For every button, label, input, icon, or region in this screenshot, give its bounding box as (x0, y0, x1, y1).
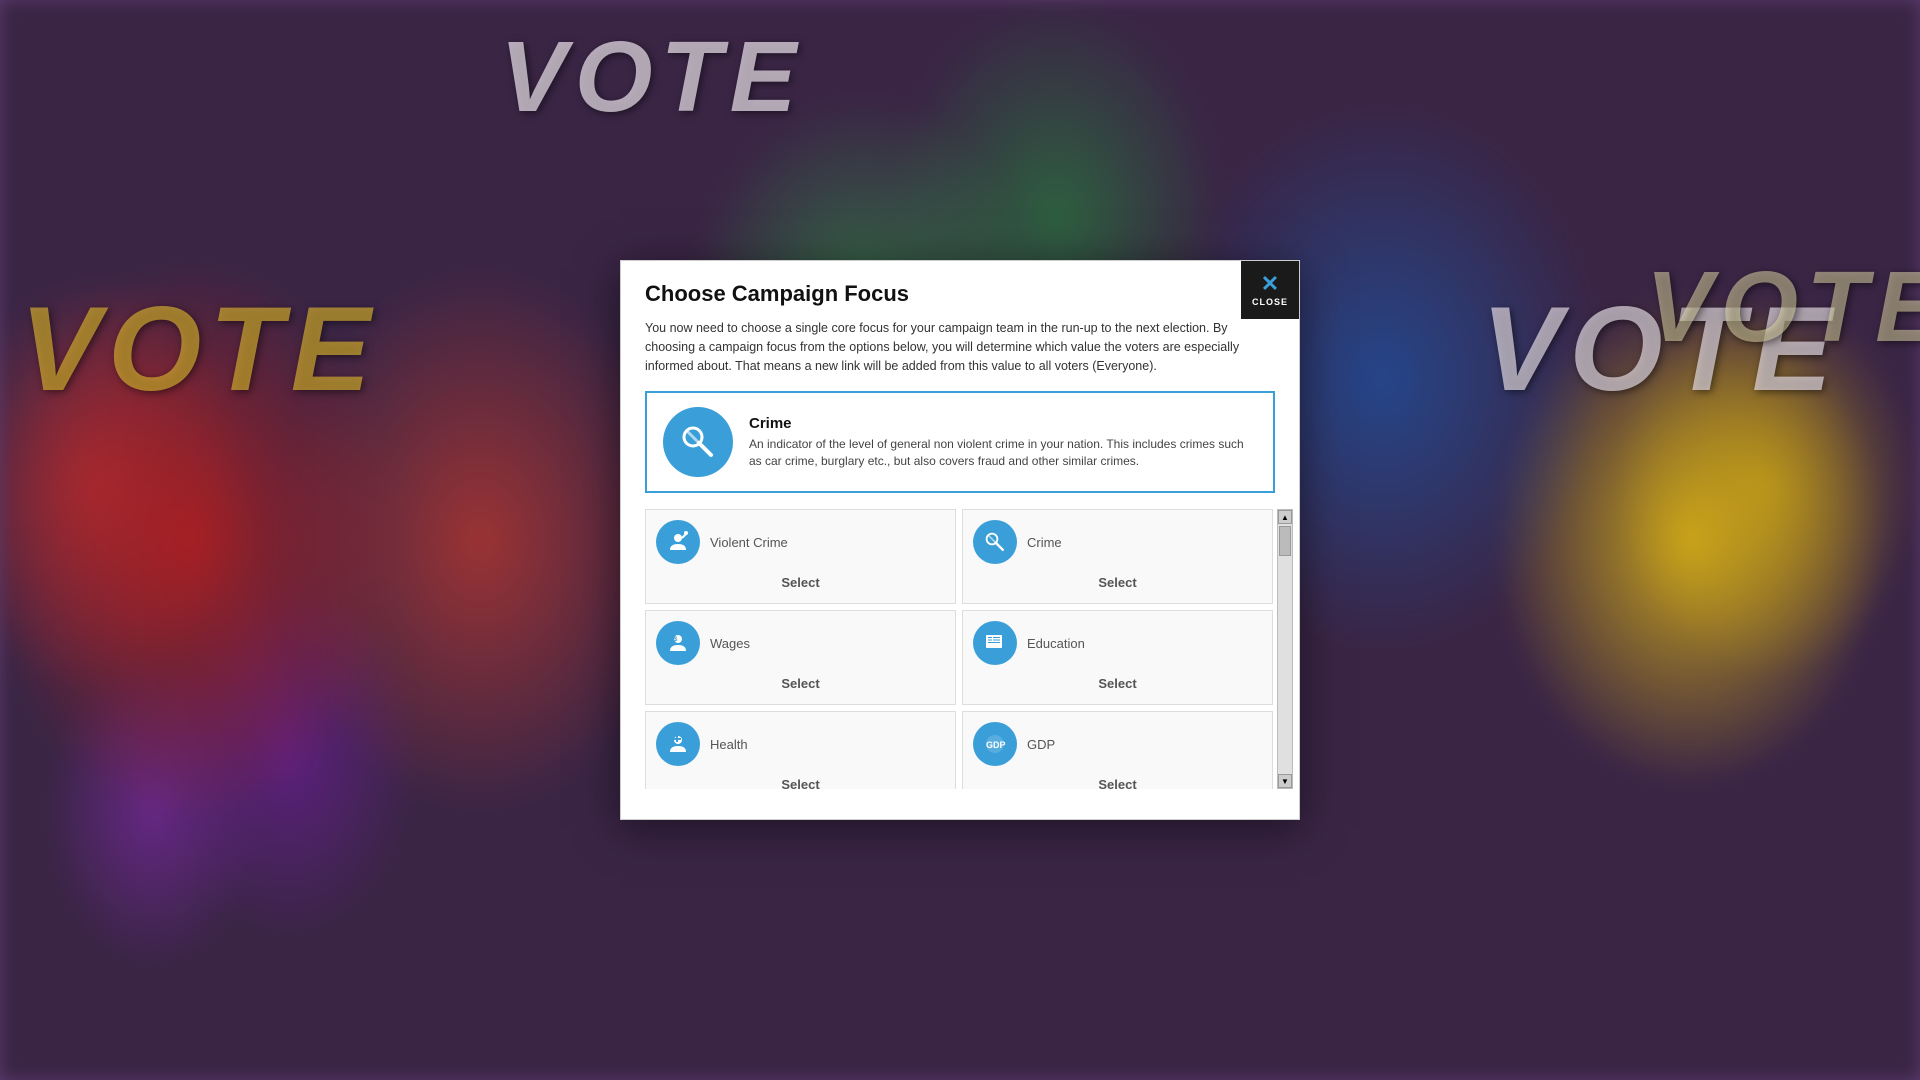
violent-crime-select-btn[interactable]: Select (656, 570, 945, 595)
featured-text: Crime An indicator of the level of gener… (749, 415, 1257, 470)
gdp-select-btn[interactable]: Select (973, 772, 1262, 789)
scrollbar[interactable]: ▲ ▼ (1277, 509, 1293, 789)
option-card-gdp[interactable]: GDP GDP Select (962, 711, 1273, 789)
wages-icon: $ (656, 621, 700, 665)
gdp-icon-svg: GDP (983, 732, 1007, 756)
close-x-icon: ✕ (1261, 273, 1279, 295)
featured-name: Crime (749, 415, 1257, 432)
modal-title: Choose Campaign Focus (645, 281, 1275, 307)
scroll-up-btn[interactable]: ▲ (1278, 510, 1292, 524)
featured-icon (663, 407, 733, 477)
modal: Choose Campaign Focus ✕ CLOSE You now ne… (620, 260, 1300, 820)
crime-icon (973, 520, 1017, 564)
option-inner-education: + Education (973, 621, 1262, 665)
option-card-wages[interactable]: $ Wages Select (645, 610, 956, 705)
violent-crime-icon (656, 520, 700, 564)
featured-description: An indicator of the level of general non… (749, 436, 1257, 470)
education-name: Education (1027, 636, 1085, 651)
crime-icon-svg2 (983, 530, 1007, 554)
option-inner-gdp: GDP GDP (973, 722, 1262, 766)
health-icon (656, 722, 700, 766)
option-inner-crime: Crime (973, 520, 1262, 564)
health-select-btn[interactable]: Select (656, 772, 945, 789)
education-icon-svg: + (983, 631, 1007, 655)
options-grid: Violent Crime Select (645, 509, 1275, 789)
option-card-health[interactable]: Health Select (645, 711, 956, 789)
wages-name: Wages (710, 636, 750, 651)
modal-overlay: Choose Campaign Focus ✕ CLOSE You now ne… (0, 0, 1920, 1080)
option-inner-wages: $ Wages (656, 621, 945, 665)
violent-crime-name: Violent Crime (710, 535, 788, 550)
option-inner-violent-crime: Violent Crime (656, 520, 945, 564)
option-card-violent-crime[interactable]: Violent Crime Select (645, 509, 956, 604)
scroll-down-btn[interactable]: ▼ (1278, 774, 1292, 788)
scroll-thumb[interactable] (1279, 526, 1291, 556)
crime-select-btn[interactable]: Select (973, 570, 1262, 595)
option-card-education[interactable]: + Education Select (962, 610, 1273, 705)
close-label: CLOSE (1252, 297, 1288, 307)
health-icon-svg (666, 732, 690, 756)
violent-crime-icon-svg (666, 530, 690, 554)
modal-description: You now need to choose a single core foc… (621, 319, 1299, 391)
option-card-crime[interactable]: Crime Select (962, 509, 1273, 604)
gdp-name: GDP (1027, 737, 1055, 752)
modal-header: Choose Campaign Focus ✕ CLOSE (621, 261, 1299, 319)
education-icon: + (973, 621, 1017, 665)
education-select-btn[interactable]: Select (973, 671, 1262, 696)
scroll-track (1278, 524, 1292, 774)
featured-item: Crime An indicator of the level of gener… (645, 391, 1275, 493)
svg-text:GDP: GDP (986, 740, 1006, 750)
wages-icon-svg: $ (666, 631, 690, 655)
option-inner-health: Health (656, 722, 945, 766)
crime-icon-svg (678, 422, 718, 462)
svg-text:+: + (997, 644, 1001, 650)
gdp-icon: GDP (973, 722, 1017, 766)
crime-name: Crime (1027, 535, 1062, 550)
health-name: Health (710, 737, 748, 752)
close-button[interactable]: ✕ CLOSE (1241, 261, 1299, 319)
wages-select-btn[interactable]: Select (656, 671, 945, 696)
options-container: Violent Crime Select (645, 509, 1275, 789)
